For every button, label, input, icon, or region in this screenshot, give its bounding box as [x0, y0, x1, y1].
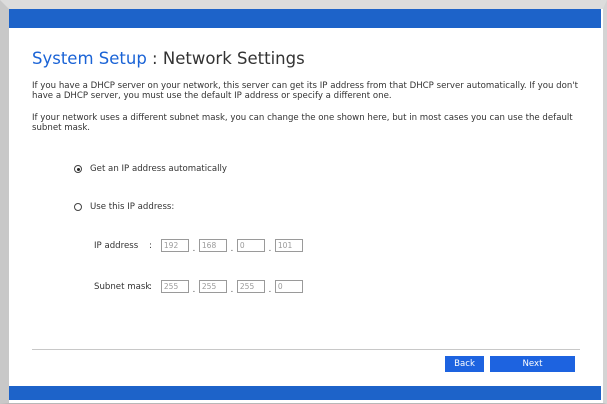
ip-octet-4[interactable] [274, 239, 303, 252]
mask-octet-3[interactable] [236, 280, 265, 293]
subnet-mask-row: Subnet mask : . . . [94, 280, 303, 295]
subnet-mask-colon: : [149, 281, 152, 292]
intro-paragraph-dhcp: If you have a DHCP server on your networ… [32, 81, 579, 101]
ip-octet-2[interactable] [198, 239, 227, 252]
next-button[interactable]: Next [490, 356, 575, 372]
title-separator: : [146, 49, 163, 68]
footer-divider [32, 349, 580, 350]
ip-dot-2: . [230, 243, 234, 254]
option-auto-ip[interactable]: Get an IP address automatically [74, 164, 227, 174]
mask-octet-4[interactable] [274, 280, 303, 293]
ip-dot-1: . [192, 243, 196, 254]
ip-octet-3[interactable] [236, 239, 265, 252]
ip-dot-3: . [268, 243, 272, 254]
footer-bar [9, 386, 601, 400]
ip-address-colon: : [149, 240, 152, 251]
header-bar [9, 9, 601, 28]
mask-dot-1: . [192, 284, 196, 295]
mask-octet-2[interactable] [198, 280, 227, 293]
title-page: Network Settings [162, 49, 305, 68]
ip-address-row: IP address : . . . [94, 239, 303, 254]
mask-octet-1[interactable] [160, 280, 189, 293]
option-static-ip[interactable]: Use this IP address: [74, 202, 174, 212]
static-ip-radio[interactable] [74, 203, 82, 211]
mask-dot-2: . [230, 284, 234, 295]
ip-octet-1[interactable] [160, 239, 189, 252]
auto-ip-radio[interactable] [74, 165, 82, 173]
title-section: System Setup [32, 49, 147, 68]
auto-ip-label: Get an IP address automatically [90, 164, 228, 174]
static-ip-label: Use this IP address: [90, 202, 175, 212]
subnet-mask-label: Subnet mask [94, 281, 151, 292]
mask-dot-3: . [268, 284, 272, 295]
back-button[interactable]: Back [445, 356, 484, 372]
page-title: System Setup : Network Settings [32, 49, 305, 68]
ip-address-label: IP address [94, 240, 139, 251]
intro-paragraph-subnet: If your network uses a different subnet … [32, 113, 573, 133]
